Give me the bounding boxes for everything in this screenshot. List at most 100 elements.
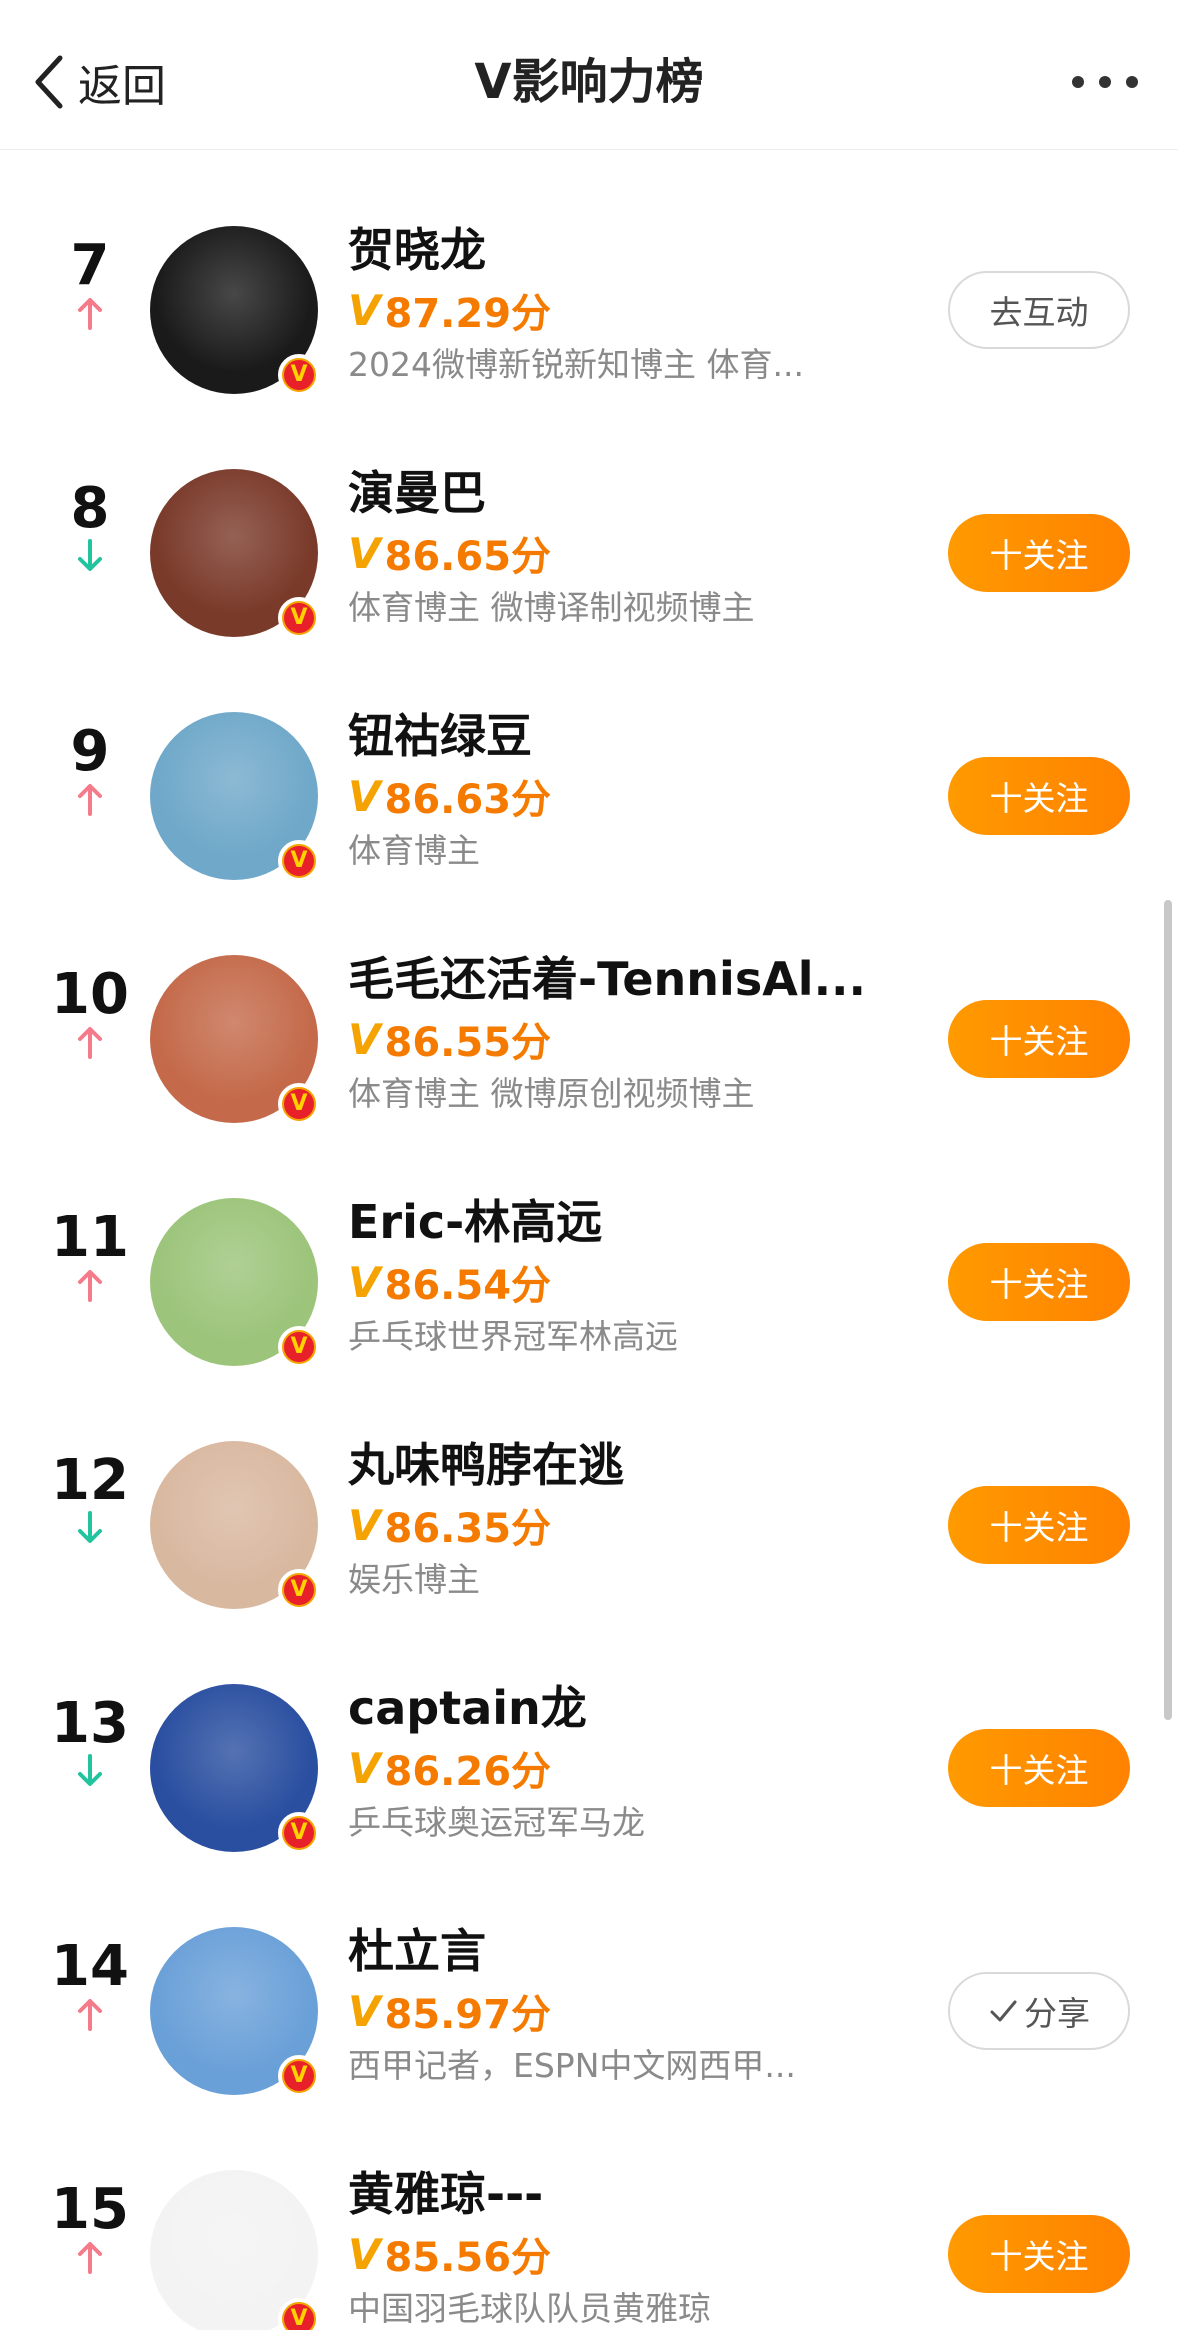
list-item[interactable]: 14 V 杜立言 V 85.97分 西甲记者，ESPN中文网西甲... 分享 (0, 1852, 1178, 2097)
influence-score: V 86.65分 (348, 528, 868, 581)
influence-score: V 85.97分 (348, 1986, 868, 2039)
trend-down-icon (70, 1508, 110, 1548)
page: 返回 V影响力榜 7 V 贺晓龙 V 87.29分 2024微博新锐新知博主 体育... 去… (0, 0, 1178, 2330)
influence-score: V 86.35分 (348, 1500, 868, 1553)
check-icon (990, 2000, 1017, 2022)
follow-button[interactable]: 十关注 (948, 757, 1130, 835)
user-name[interactable]: 贺晓龙 (348, 221, 868, 279)
user-name[interactable]: 演曼巴 (348, 464, 868, 522)
v-score-icon: V (348, 1986, 381, 2036)
more-dot-icon (1126, 76, 1138, 88)
score-value: 85.97分 (384, 1992, 552, 2038)
more-dot-icon (1072, 76, 1084, 88)
follow-label: 十关注 (989, 536, 1089, 575)
rank-number: 8 (70, 476, 110, 541)
interact-label: 去互动 (989, 293, 1089, 332)
follow-label: 十关注 (989, 1265, 1089, 1304)
list-item[interactable]: 8 V 演曼巴 V 86.65分 体育博主 微博译制视频博主 十关注 (0, 394, 1178, 639)
follow-label: 十关注 (989, 2237, 1089, 2276)
influence-score: V 86.26分 (348, 1743, 868, 1796)
rank-number: 13 (51, 1691, 129, 1756)
user-description: 2024微博新锐新知博主 体育... (348, 345, 804, 384)
follow-button[interactable]: 十关注 (948, 1729, 1130, 1807)
v-score-icon: V (348, 2229, 381, 2279)
ranking-list: 7 V 贺晓龙 V 87.29分 2024微博新锐新知博主 体育... 去互动 8 V 演曼巴 V 8… (0, 151, 1178, 2330)
follow-button[interactable]: 十关注 (948, 1243, 1130, 1321)
follow-label: 十关注 (989, 1022, 1089, 1061)
trend-down-icon (70, 1751, 110, 1791)
verified-badge-icon: V (278, 1326, 320, 1368)
list-item[interactable]: 11 V Eric-林高远 V 86.54分 乒乓球世界冠军林高远 十关注 (0, 1123, 1178, 1368)
avatar[interactable]: V (150, 226, 320, 396)
v-score-icon: V (348, 528, 381, 578)
verified-badge-icon: V (278, 354, 320, 396)
user-info: captain龙 V 86.26分乒乓球奥运冠军马龙 (348, 1679, 868, 1845)
user-info: 贺晓龙 V 87.29分 2024微博新锐新知博主 体育... (348, 221, 868, 387)
v-score-icon: V (348, 1500, 381, 1550)
user-description: 体育博主 微博译制视频博主 (348, 588, 755, 627)
verified-badge-icon: V (278, 1812, 320, 1854)
user-description: 乒乓球世界冠军林高远 (348, 1317, 678, 1356)
trend-down-icon (70, 536, 110, 576)
rank-number: 9 (70, 719, 110, 784)
user-description: 娱乐博主 (348, 1560, 480, 1599)
v-score-icon: V (348, 1743, 381, 1793)
user-info: 杜立言 V 85.97分 西甲记者，ESPN中文网西甲... (348, 1922, 868, 2088)
follow-button[interactable]: 十关注 (948, 2215, 1130, 2293)
share-button[interactable]: 分享 (948, 1972, 1130, 2050)
user-name[interactable]: 毛毛还活着-TennisAl... (348, 950, 868, 1008)
avatar[interactable]: V (150, 955, 320, 1125)
trend-up-icon (70, 1994, 110, 2034)
follow-button[interactable]: 十关注 (948, 514, 1130, 592)
user-name[interactable]: Eric-林高远 (348, 1193, 868, 1251)
user-name[interactable]: captain龙 (348, 1679, 868, 1737)
avatar[interactable]: V (150, 1198, 320, 1368)
follow-label: 十关注 (989, 1508, 1089, 1547)
influence-score: V 86.63分 (348, 771, 868, 824)
score-value: 86.65分 (384, 534, 552, 580)
score-value: 85.56分 (384, 2235, 552, 2281)
avatar[interactable]: V (150, 1684, 320, 1854)
list-item[interactable]: 7 V 贺晓龙 V 87.29分 2024微博新锐新知博主 体育... 去互动 (0, 151, 1178, 396)
follow-button[interactable]: 十关注 (948, 1000, 1130, 1078)
user-description: 乒乓球奥运冠军马龙 (348, 1803, 645, 1842)
verified-badge-icon: V (278, 597, 320, 639)
trend-up-icon (70, 293, 110, 333)
trend-up-icon (70, 779, 110, 819)
user-name[interactable]: 黄雅琼--- (348, 2165, 868, 2223)
score-value: 86.55分 (384, 1020, 552, 1066)
scrollbar[interactable] (1164, 900, 1172, 1720)
verified-badge-icon: V (278, 840, 320, 882)
rank-number: 10 (51, 962, 129, 1027)
trend-up-icon (70, 1265, 110, 1305)
list-item[interactable]: 10 V 毛毛还活着-TennisAl... V 86.55分 体育博主 微博原创视频博主… (0, 880, 1178, 1125)
list-item[interactable]: 12 V 丸味鸭脖在逃 V 86.35分 娱乐博主 十关注 (0, 1366, 1178, 1611)
avatar[interactable]: V (150, 712, 320, 882)
score-value: 86.63分 (384, 777, 552, 823)
avatar[interactable]: V (150, 1927, 320, 2097)
score-value: 86.35分 (384, 1506, 552, 1552)
user-info: 黄雅琼--- V 85.56分 中国羽毛球队队员黄雅琼 (348, 2165, 868, 2330)
share-label: 分享 (1024, 1994, 1090, 2033)
user-info: 钮祜绿豆 V 86.63分 体育博主 (348, 707, 868, 873)
interact-button[interactable]: 去互动 (948, 271, 1130, 349)
follow-button[interactable]: 十关注 (948, 1486, 1130, 1564)
list-item[interactable]: 15 V 黄雅琼--- V 85.56分 中国羽毛球队队员黄雅琼 十关注 (0, 2095, 1178, 2330)
list-item[interactable]: 9 V 钮祜绿豆 V 86.63分 体育博主 十关注 (0, 637, 1178, 882)
user-name[interactable]: 杜立言 (348, 1922, 868, 1980)
list-item[interactable]: 13 Vcaptain龙 V 86.26分乒乓球奥运冠军马龙 十关注 (0, 1609, 1178, 1854)
score-value: 87.29分 (384, 291, 552, 337)
user-name[interactable]: 丸味鸭脖在逃 (348, 1436, 868, 1494)
user-info: 丸味鸭脖在逃 V 86.35分娱乐博主 (348, 1436, 868, 1602)
more-button[interactable] (1072, 62, 1138, 102)
influence-score: V 85.56分 (348, 2229, 868, 2282)
avatar[interactable]: V (150, 1441, 320, 1611)
user-name[interactable]: 钮祜绿豆 (348, 707, 868, 765)
influence-score: V 86.54分 (348, 1257, 868, 1310)
rank-number: 12 (51, 1448, 129, 1513)
influence-score: V 87.29分 (348, 285, 868, 338)
rank-number: 7 (70, 233, 110, 298)
avatar[interactable]: V (150, 469, 320, 639)
avatar[interactable]: V (150, 2170, 320, 2330)
v-score-icon: V (348, 1014, 381, 1064)
